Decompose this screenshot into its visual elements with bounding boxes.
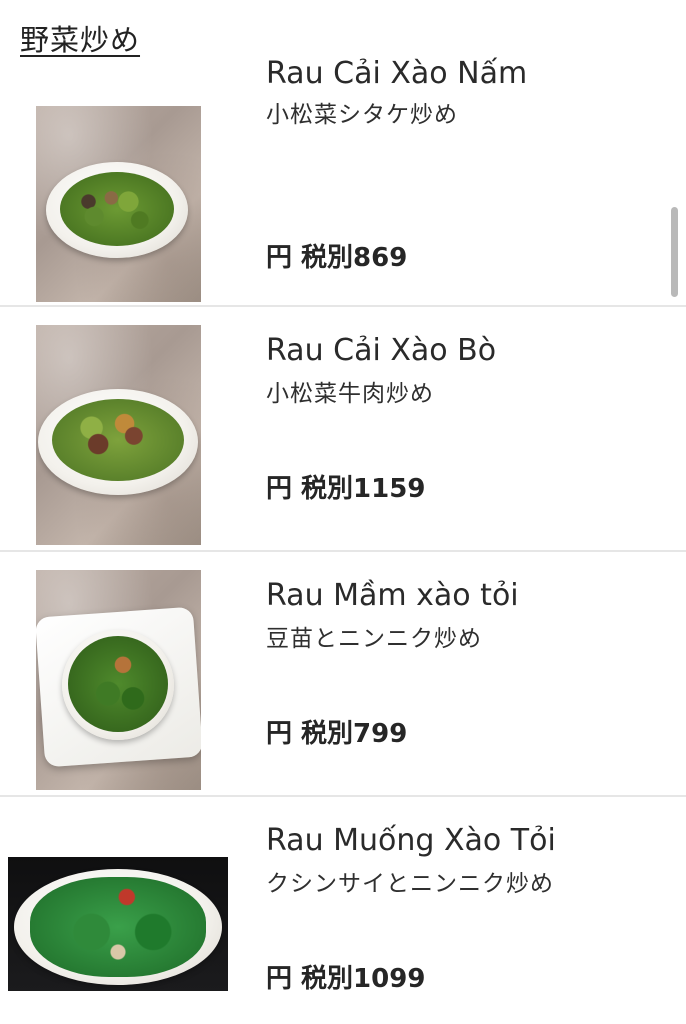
- dish-name: Rau Cải Xào Bò: [266, 333, 497, 368]
- menu-item[interactable]: Rau Cải Xào Nấm 小松菜シタケ炒め 円 税別869: [0, 56, 686, 307]
- dish-name: Rau Muống Xào Tỏi: [266, 823, 556, 858]
- dish-photo[interactable]: [36, 106, 201, 302]
- dish-photo[interactable]: [36, 325, 201, 545]
- dish-price: 円 税別1159: [266, 474, 426, 504]
- dish-name: Rau Cải Xào Nấm: [266, 56, 528, 91]
- menu-item[interactable]: Rau Mầm xào tỏi 豆苗とニンニク炒め 円 税別799: [0, 552, 686, 797]
- dish-price: 円 税別869: [266, 243, 408, 273]
- dish-japanese-name: 小松菜シタケ炒め: [266, 102, 458, 128]
- dish-price: 円 税別799: [266, 719, 408, 749]
- stir-fried-greens: [60, 172, 174, 246]
- dish-japanese-name: クシンサイとニンニク炒め: [266, 871, 554, 897]
- dish-price: 円 税別1099: [266, 964, 426, 994]
- stir-fried-greens-beef: [52, 399, 184, 481]
- pea-sprouts: [68, 636, 168, 732]
- water-spinach: [30, 877, 206, 977]
- menu-item[interactable]: Rau Cải Xào Bò 小松菜牛肉炒め 円 税別1159: [0, 307, 686, 552]
- dish-photo[interactable]: [36, 570, 201, 790]
- menu-page: 野菜炒め Rau Cải Xào Nấm 小松菜シタケ炒め 円 税別869 Ra…: [0, 0, 686, 1024]
- dish-name: Rau Mầm xào tỏi: [266, 578, 519, 613]
- dish-japanese-name: 小松菜牛肉炒め: [266, 381, 434, 407]
- scrollbar[interactable]: [671, 207, 678, 297]
- dish-japanese-name: 豆苗とニンニク炒め: [266, 626, 482, 652]
- section-title[interactable]: 野菜炒め: [20, 20, 140, 60]
- menu-item[interactable]: Rau Muống Xào Tỏi クシンサイとニンニク炒め 円 税別1099: [0, 797, 686, 1024]
- dish-photo[interactable]: [8, 857, 228, 991]
- menu-item-list: Rau Cải Xào Nấm 小松菜シタケ炒め 円 税別869 Rau Cải…: [0, 56, 686, 1024]
